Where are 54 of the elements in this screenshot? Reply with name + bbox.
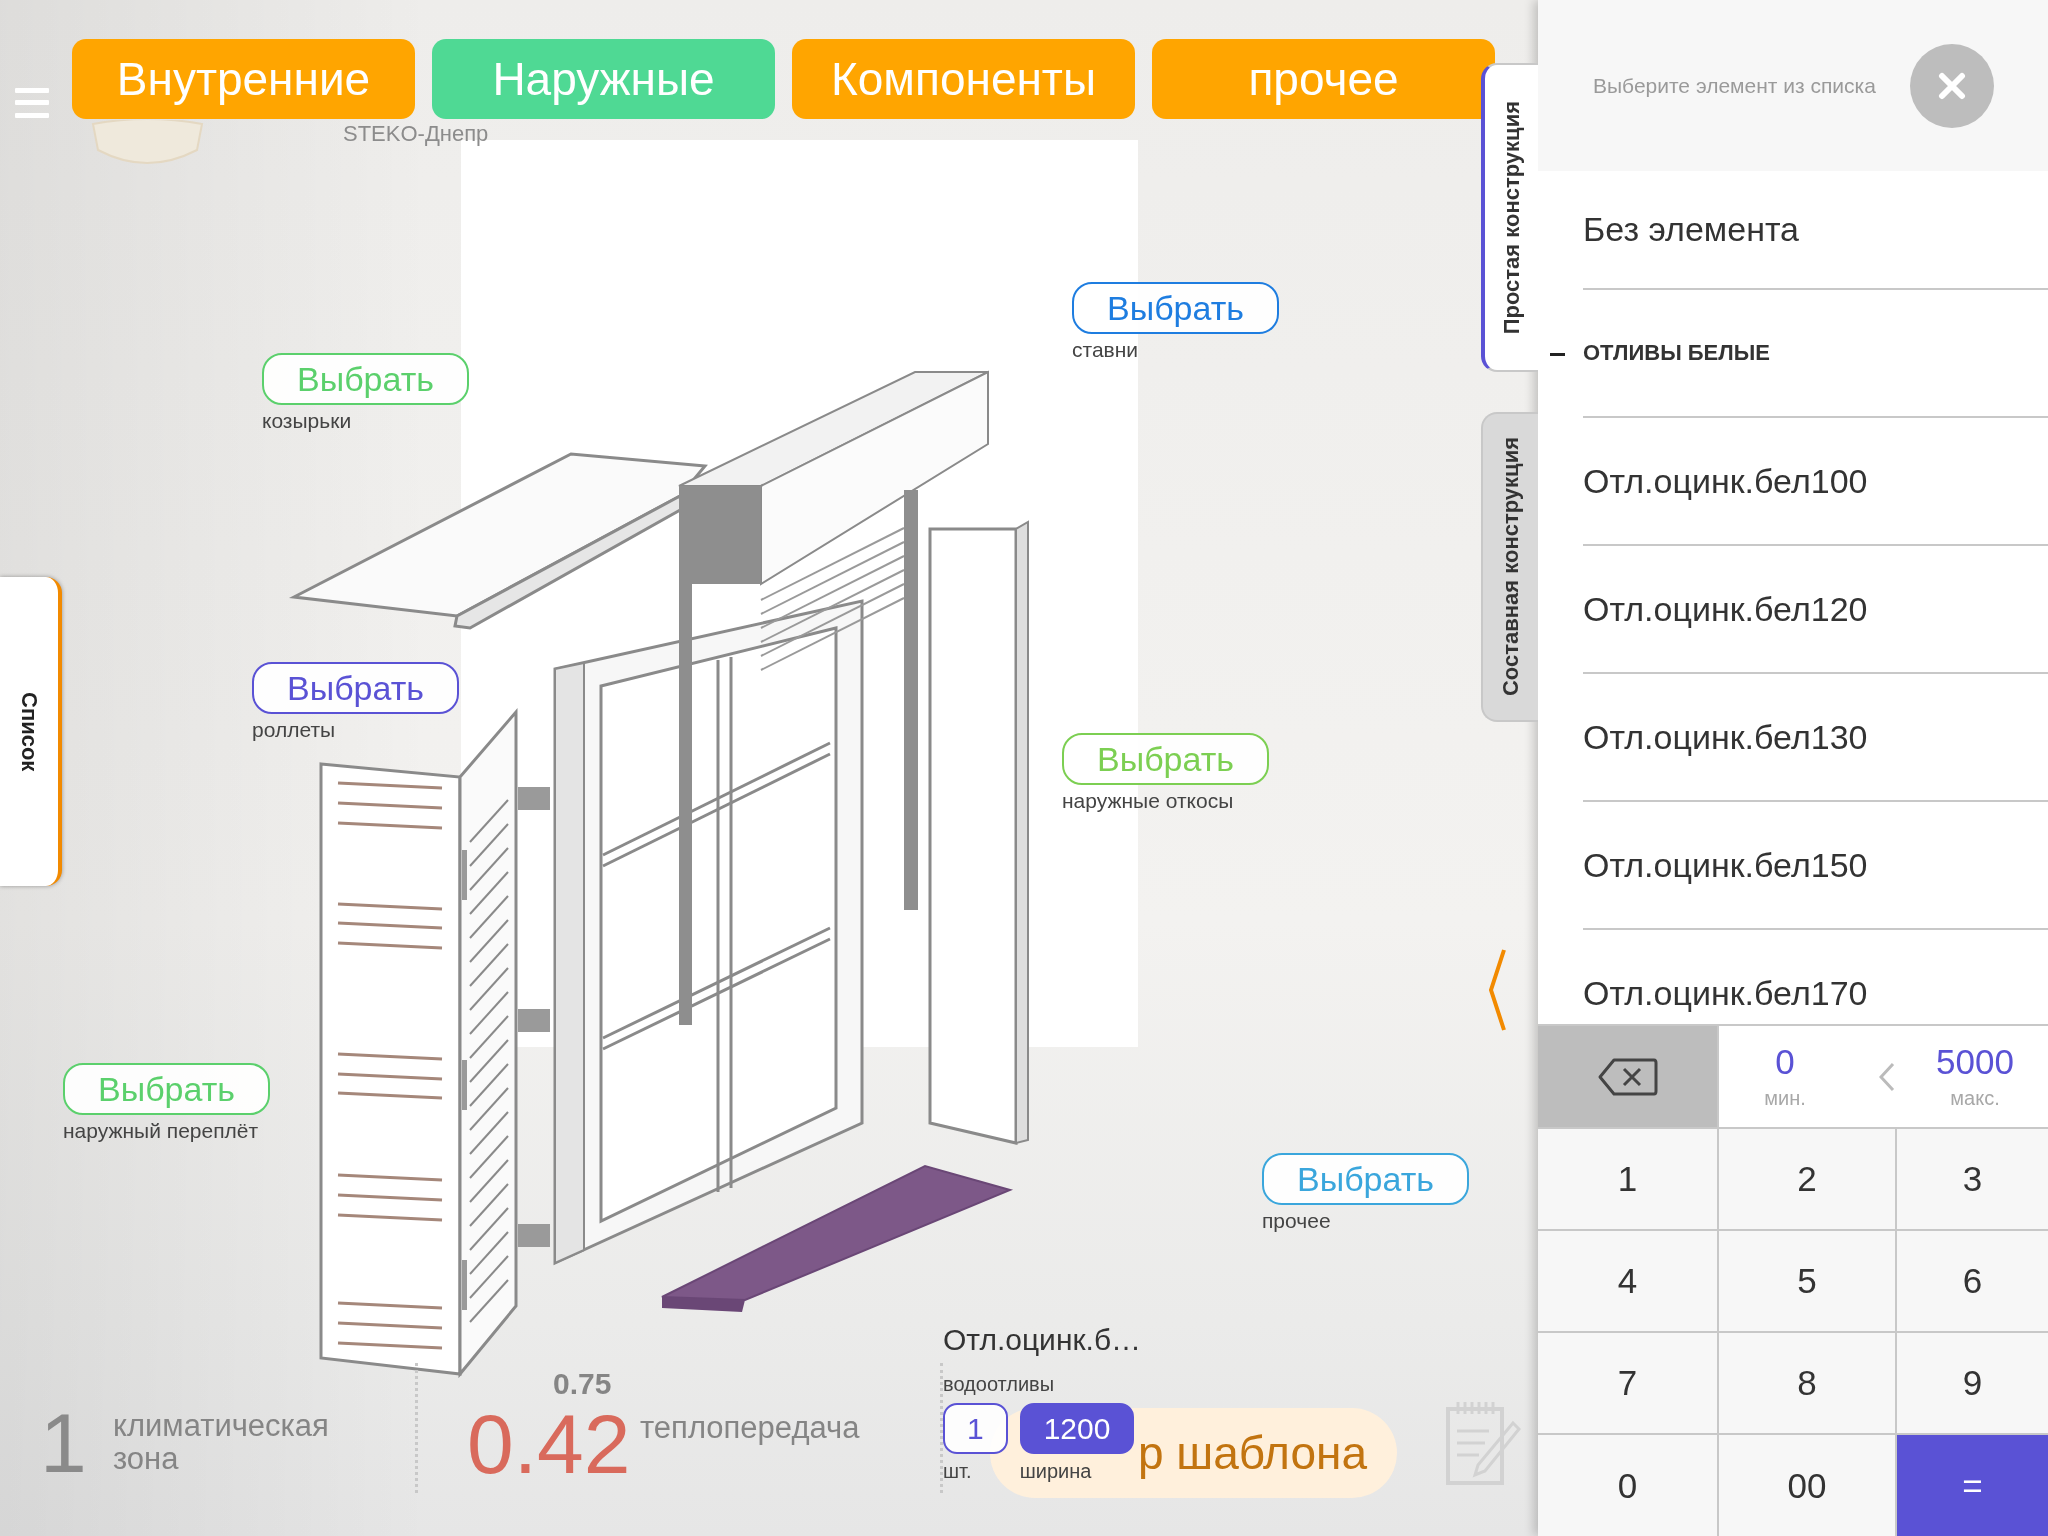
list-item[interactable]: Отл.оцинк.бел120 [1583,546,2048,674]
list-tab[interactable]: Список [0,577,62,886]
selected-item-category: водоотливы [943,1372,1055,1396]
keypad-key[interactable]: 6 [1897,1231,2048,1331]
keypad-key[interactable]: 8 [1719,1333,1895,1433]
component-label: роллеты [252,718,336,742]
notepad-icon[interactable] [1445,1399,1521,1487]
component-label: наружный переплёт [63,1119,259,1143]
menu-icon[interactable] [15,88,49,118]
number-field[interactable]: 1200 [1019,1403,1135,1454]
list-item[interactable]: Отл.оцинк.бел100 [1583,418,2048,546]
keypad-key[interactable]: 2 [1719,1129,1895,1229]
brand-name: STEKO-Днепр [343,121,489,147]
component-label: прочее [1262,1209,1331,1233]
chevron-left-icon[interactable] [1487,948,1507,1032]
keypad-key[interactable]: = [1897,1435,2048,1536]
keypad-key[interactable]: 4 [1538,1231,1717,1331]
keypad-key[interactable]: 7 [1538,1333,1717,1433]
component-label: козырьки [262,409,352,433]
group-header[interactable]: ОТЛИВЫ БЕЛЫЕ [1583,290,2048,418]
max-value: 5000 [1936,1042,2014,1082]
construction-tab[interactable]: Простая конструкция [1481,63,1538,372]
close-icon [1938,71,1966,100]
zone-number: 1 [40,1401,87,1485]
select-button[interactable]: Выбрать [252,662,459,714]
keypad-key[interactable]: 0 [1538,1435,1717,1536]
keypad-key[interactable]: 9 [1897,1333,2048,1433]
min-label: мин. [1764,1087,1806,1111]
keypad-key[interactable]: 00 [1719,1435,1895,1536]
collapse-icon[interactable] [1550,352,1565,356]
backspace-icon [1597,1057,1658,1096]
list-item[interactable]: Без элемента [1583,171,2048,290]
list-item[interactable]: Отл.оцинк.бел150 [1583,802,2048,930]
max-label: макс. [1950,1087,2000,1111]
keypad-key[interactable]: 5 [1719,1231,1895,1331]
selected-item-title: Отл.оцинк.б… [943,1322,1142,1358]
select-button[interactable]: Выбрать [1072,282,1279,334]
component-label: наружные откосы [1062,789,1234,813]
zone-label: климатическая зона [113,1410,330,1476]
heat-transfer-label: теплопередача [640,1410,860,1446]
keypad-key[interactable]: 3 [1897,1129,2048,1229]
less-than-icon [1879,1061,1895,1092]
prompt-text: Выберите элемент из списка [1593,73,1876,98]
backspace-button[interactable] [1538,1026,1717,1127]
reference-value: 0.75 [553,1367,612,1401]
field-label: ширина [1019,1460,1092,1483]
construction-tab[interactable]: Составная конструкция [1481,412,1538,722]
field-label: шт. [943,1460,972,1483]
list-item[interactable]: Отл.оцинк.бел130 [1583,674,2048,802]
component-label: ставни [1072,338,1139,362]
heat-transfer-value: 0.42 [467,1400,631,1489]
keypad-key[interactable]: 1 [1538,1129,1717,1229]
min-value: 0 [1775,1042,1795,1082]
number-field[interactable]: 1 [943,1403,1008,1454]
